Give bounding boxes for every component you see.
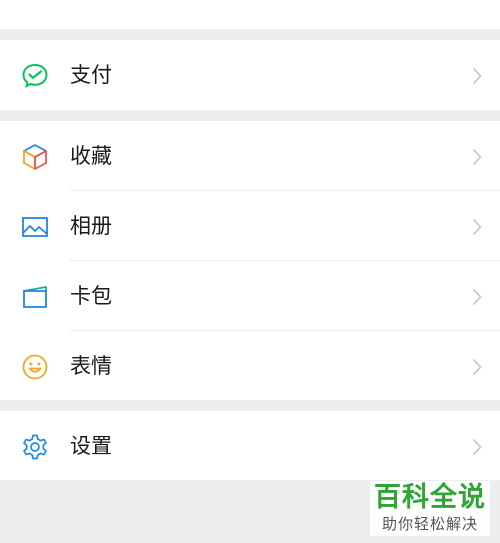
menu-item-pay[interactable]: 支付	[0, 40, 500, 110]
watermark: 百科全说 助你轻松解决	[370, 481, 490, 536]
features-group: 收藏 相册 卡包 表情	[0, 121, 500, 400]
settings-group: 设置	[0, 411, 500, 480]
chevron-right-icon	[472, 148, 482, 166]
menu-item-stickers[interactable]: 表情	[0, 331, 500, 401]
chevron-right-icon	[472, 288, 482, 306]
pay-group: 支付	[0, 40, 500, 110]
cube-icon	[23, 144, 47, 170]
menu-item-album-label: 相册	[70, 214, 112, 238]
chevron-right-icon	[472, 218, 482, 236]
menu-item-settings[interactable]: 设置	[0, 411, 500, 481]
chevron-right-icon	[472, 67, 482, 85]
image-icon	[22, 217, 48, 237]
watermark-title: 百科全说	[374, 482, 486, 513]
menu-item-pay-label: 支付	[70, 63, 112, 87]
card-wallet-icon	[23, 286, 47, 308]
menu-item-favorites-label: 收藏	[70, 144, 112, 168]
menu-item-album[interactable]: 相册	[0, 191, 500, 261]
menu-item-wallet[interactable]: 卡包	[0, 261, 500, 331]
menu-item-settings-label: 设置	[70, 434, 112, 458]
menu-item-favorites[interactable]: 收藏	[0, 121, 500, 191]
gear-icon	[23, 434, 47, 460]
chevron-right-icon	[472, 358, 482, 376]
chevron-right-icon	[472, 438, 482, 456]
menu-item-stickers-label: 表情	[70, 354, 112, 378]
me-page: 支付 收藏 相册 卡包 表情 设置 百科全说 助你轻松解决	[0, 0, 500, 543]
wechat-pay-icon	[22, 63, 48, 88]
smiley-icon	[22, 354, 48, 380]
profile-section-bottom	[0, 0, 500, 29]
menu-item-wallet-label: 卡包	[70, 284, 112, 308]
watermark-subtitle: 助你轻松解决	[381, 515, 478, 533]
